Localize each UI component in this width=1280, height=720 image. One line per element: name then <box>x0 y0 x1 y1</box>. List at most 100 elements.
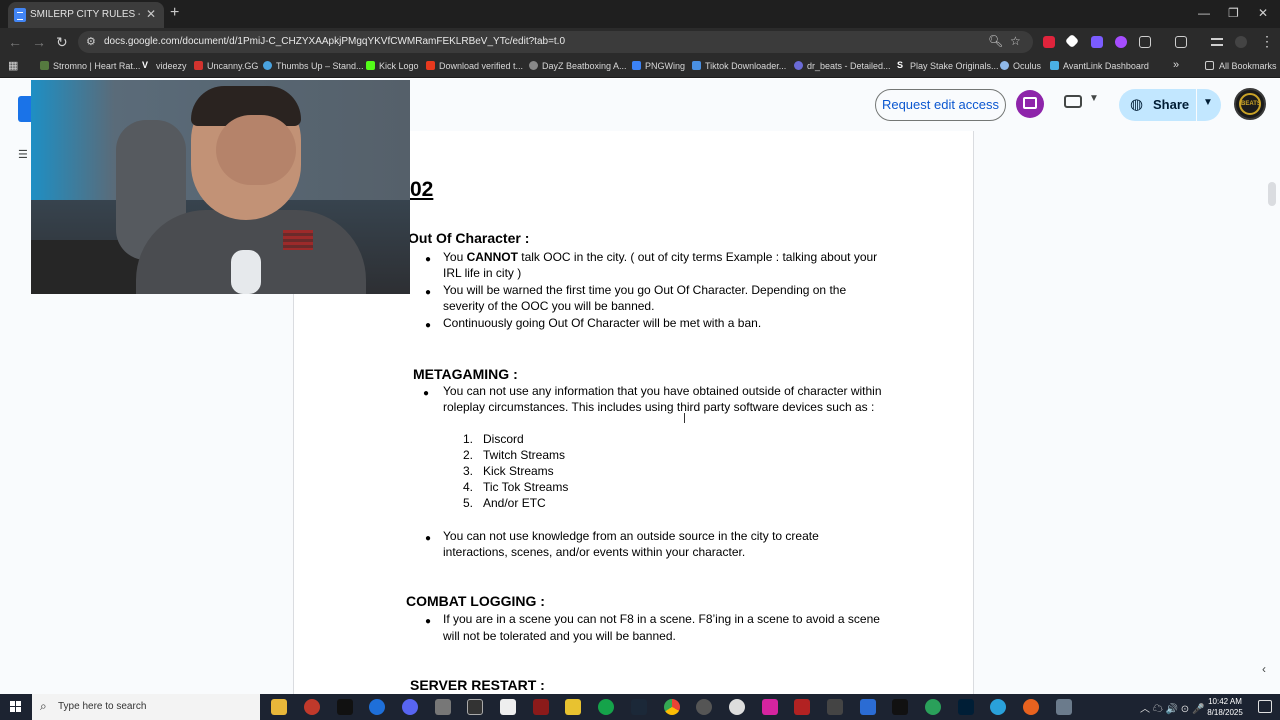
taskbar-clock[interactable]: 10:42 AM 8/18/2025 <box>1202 696 1248 718</box>
taskbar-app-icon[interactable] <box>696 699 712 715</box>
close-tab-icon[interactable]: ✕ <box>146 7 156 21</box>
request-edit-access-button[interactable]: Request edit access <box>875 89 1006 121</box>
zoom-icon[interactable]: 🔍︎ <box>988 34 1003 48</box>
list-item: Discord <box>483 432 524 446</box>
reload-button[interactable]: ↻ <box>56 34 68 51</box>
apps-grid-icon[interactable]: ▦ <box>8 59 18 72</box>
videezy-icon: V <box>142 60 149 70</box>
site-info-icon[interactable]: ⚙ <box>86 35 96 48</box>
taskbar-app-icon[interactable] <box>827 699 843 715</box>
rule-text: will not be tolerated and you will be ba… <box>443 629 676 643</box>
bookmark-item[interactable]: Download verified t... <box>439 61 523 71</box>
bullet-icon: ● <box>425 616 432 627</box>
back-button[interactable]: ← <box>8 34 22 50</box>
taskbar-app-icon[interactable] <box>467 699 483 715</box>
bookmark-item[interactable]: PNGWing <box>645 61 685 71</box>
tiktok-downloader-icon <box>692 61 701 70</box>
photoshop-icon[interactable] <box>958 699 974 715</box>
steam-icon[interactable] <box>631 699 647 715</box>
close-window-button[interactable]: ✕ <box>1258 6 1268 20</box>
rule-text-part: talk OOC in the city. ( out of city term… <box>517 250 878 264</box>
list-item: And/or ETC <box>483 496 546 510</box>
address-bar[interactable]: ⚙ docs.google.com/document/d/1PmiJ-C_CHZ… <box>78 31 1033 53</box>
taskbar-app-icon[interactable] <box>565 699 581 715</box>
telegram-icon[interactable] <box>990 699 1006 715</box>
notepad-icon[interactable] <box>500 699 516 715</box>
instagram-icon[interactable] <box>762 699 778 715</box>
discord-icon[interactable] <box>402 699 418 715</box>
scrollbar-thumb[interactable] <box>1268 182 1276 206</box>
section-title-ooc: Out Of Character : <box>408 230 530 246</box>
tiktok-icon[interactable] <box>892 699 908 715</box>
bookmark-item[interactable]: videezy <box>156 61 187 71</box>
taskbar-app-icon[interactable] <box>729 699 745 715</box>
taskbar-app-icon[interactable] <box>1023 699 1039 715</box>
profile-avatar-icon[interactable] <box>1235 36 1247 48</box>
notification-icon[interactable] <box>1258 700 1272 713</box>
extension-diamond-icon[interactable] <box>1064 33 1080 49</box>
bullet-icon: ● <box>425 287 432 298</box>
bookmark-item[interactable]: dr_beats - Detailed... <box>807 61 891 71</box>
list-number: 4. <box>463 480 474 494</box>
taskbar-app-icon[interactable] <box>794 699 810 715</box>
side-panel-icon[interactable] <box>1175 36 1187 48</box>
edge-icon[interactable] <box>925 699 941 715</box>
download-icon <box>426 61 435 70</box>
rule-text: IRL life in city ) <box>443 266 522 280</box>
file-explorer-icon[interactable] <box>271 699 287 715</box>
chevron-down-icon[interactable]: ▼ <box>1089 93 1099 104</box>
bookmark-item[interactable]: Tiktok Downloader... <box>705 61 786 71</box>
account-avatar[interactable]: BEATS <box>1234 88 1266 120</box>
bookmark-item[interactable]: Oculus <box>1013 61 1041 71</box>
extension-violet-icon[interactable] <box>1115 36 1127 48</box>
taskbar-search-box[interactable]: ⌕ Type here to search <box>32 694 260 720</box>
chrome-icon[interactable] <box>664 699 680 715</box>
taskbar-app-icon[interactable] <box>435 699 451 715</box>
all-bookmarks-button[interactable]: All Bookmarks <box>1219 61 1277 71</box>
rule-text: You can not use knowledge from an outsid… <box>443 529 819 543</box>
taskbar-app-icon[interactable] <box>304 699 320 715</box>
bookmarks-overflow-button[interactable]: » <box>1173 59 1179 71</box>
share-button[interactable]: ◍ Share ▼ <box>1119 89 1221 121</box>
extensions-puzzle-icon[interactable] <box>1139 36 1151 48</box>
folder-icon <box>1205 61 1214 70</box>
bookmark-star-icon[interactable]: ☆ <box>1010 34 1021 48</box>
list-number: 1. <box>463 432 474 446</box>
browser-tab[interactable]: SMILERP CITY RULES - Google ✕ <box>8 2 164 28</box>
bookmark-item[interactable]: Kick Logo <box>379 61 419 71</box>
windows-start-icon[interactable] <box>10 701 22 713</box>
bookmark-item[interactable]: Uncanny.GG <box>207 61 258 71</box>
restore-button[interactable]: ❐ <box>1228 6 1239 20</box>
taskbar-app-icon[interactable] <box>369 699 385 715</box>
side-panel-toggle-icon[interactable]: ‹ <box>1262 662 1266 676</box>
address-url[interactable]: docs.google.com/document/d/1PmiJ-C_CHZYX… <box>104 36 565 47</box>
system-tray[interactable]: ︿ ☁ 🔊 ⊙ 🎤 <box>1140 700 1204 715</box>
bookmark-item[interactable]: AvantLink Dashboard <box>1063 61 1149 71</box>
bookmark-item[interactable]: DayZ Beatboxing A... <box>542 61 627 71</box>
extension-purple-icon[interactable] <box>1091 36 1103 48</box>
docs-logo-icon[interactable] <box>18 96 32 122</box>
extension-avatar-icon[interactable] <box>1016 90 1044 118</box>
bookmark-item[interactable]: Thumbs Up – Stand... <box>276 61 364 71</box>
forward-button[interactable]: → <box>32 34 46 50</box>
grammarly-icon[interactable] <box>598 699 614 715</box>
browser-menu-icon[interactable]: ⋮ <box>1260 33 1274 50</box>
netflix-icon[interactable] <box>533 699 549 715</box>
taskbar-app-icon[interactable] <box>1056 699 1072 715</box>
media-controls-icon[interactable] <box>1211 38 1223 46</box>
bullet-icon: ● <box>425 254 432 265</box>
extension-red-icon[interactable] <box>1043 36 1055 48</box>
share-dropdown-icon[interactable]: ▼ <box>1203 97 1213 108</box>
new-tab-button[interactable]: + <box>170 4 179 22</box>
windows-taskbar: ⌕ Type here to search ︿ ☁ 🔊 ⊙ 🎤 10:42 AM… <box>0 694 1280 720</box>
tiktok-icon[interactable] <box>337 699 353 715</box>
rule-text-part: You <box>443 250 467 264</box>
meet-camera-icon[interactable] <box>1064 95 1082 108</box>
thumbs-up-icon <box>263 61 272 70</box>
clock-time: 10:42 AM <box>1208 697 1242 706</box>
bookmark-item[interactable]: Stromno | Heart Rat... <box>53 61 140 71</box>
minimize-button[interactable]: — <box>1198 6 1210 20</box>
bookmark-item[interactable]: Play Stake Originals... <box>910 61 999 71</box>
rule-text: You will be warned the first time you go… <box>443 283 847 297</box>
taskbar-app-icon[interactable] <box>860 699 876 715</box>
